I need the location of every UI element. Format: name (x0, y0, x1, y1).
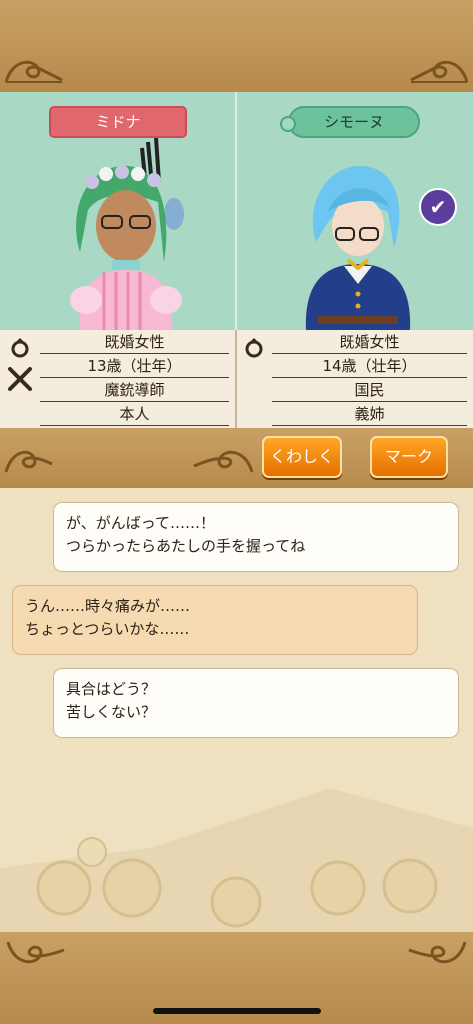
chat-bubble: 具合はどう？ 苦しくない？ (53, 668, 459, 738)
info-row: 国民 (272, 378, 467, 402)
info-row: 13歳（壮年） (40, 354, 229, 378)
checkmark-icon[interactable]: ✔ (419, 188, 457, 226)
left-info-column: 既婚女性 13歳（壮年） 魔銃導師 本人 (0, 330, 235, 428)
right-age: 14歳（壮年） (322, 357, 417, 375)
info-row: 魔銃導師 (40, 378, 229, 402)
chat-line: ちょっとつらいかな…… (25, 620, 190, 638)
left-character-portrait (70, 137, 184, 330)
chat-line: 苦しくない？ (66, 703, 157, 721)
ornament-icon (193, 450, 254, 473)
ornament-icon (4, 60, 63, 83)
mark-button[interactable]: マーク (370, 436, 448, 478)
conversation-area: が、がんばって……！ つらかったらあたしの手を握ってね うん……時々痛みが…… … (0, 488, 473, 932)
chat-bubble: が、がんばって……！ つらかったらあたしの手を握ってね (53, 502, 459, 572)
right-character-portrait (305, 166, 411, 330)
ornament-icon (6, 941, 65, 964)
ornament-icon (410, 60, 469, 83)
left-age: 13歳（壮年） (87, 357, 182, 375)
ornament-icon (4, 450, 53, 473)
info-row: 既婚女性 (272, 330, 467, 354)
chat-line: が、がんばって……！ (66, 514, 215, 532)
left-status: 既婚女性 (104, 333, 165, 351)
info-row: 既婚女性 (40, 330, 229, 354)
crossed-swords-icon (8, 367, 32, 391)
chat-line: つらかったらあたしの手を握ってね (66, 537, 306, 555)
info-row: 14歳（壮年） (272, 354, 467, 378)
left-relation: 本人 (119, 405, 150, 423)
right-status: 既婚女性 (339, 333, 400, 351)
home-indicator[interactable] (153, 1008, 321, 1014)
ring-icon (11, 338, 29, 358)
right-info-column: 既婚女性 14歳（壮年） 国民 義姉 (237, 330, 473, 428)
right-character-name: シモーヌ (280, 106, 420, 138)
right-job: 国民 (354, 381, 385, 399)
portrait-panel: ミドナ シモーヌ ✔ (0, 92, 473, 330)
right-relation: 義姉 (354, 405, 385, 423)
left-job: 魔銃導師 (104, 381, 165, 399)
top-frame (0, 0, 473, 92)
profile-info-table: 既婚女性 13歳（壮年） 魔銃導師 本人 既婚女性 14歳（壮年） 国民 義姉 (0, 330, 473, 428)
chat-bubble: うん……時々痛みが…… ちょっとつらいかな…… (12, 585, 418, 655)
info-row: 義姉 (272, 402, 467, 426)
details-button[interactable]: くわしく (262, 436, 342, 478)
ornament-icon (408, 941, 467, 964)
info-row: 本人 (40, 402, 229, 426)
chat-line: 具合はどう？ (66, 680, 157, 698)
action-bar: くわしく マーク (0, 428, 473, 488)
chat-line: うん……時々痛みが…… (25, 597, 191, 615)
portrait-divider (235, 92, 237, 330)
game-screen: ミドナ シモーヌ ✔ 既婚女性 13歳（壮年） 魔銃導師 本人 既婚女性 14歳… (0, 0, 473, 1024)
ring-icon (245, 338, 263, 358)
